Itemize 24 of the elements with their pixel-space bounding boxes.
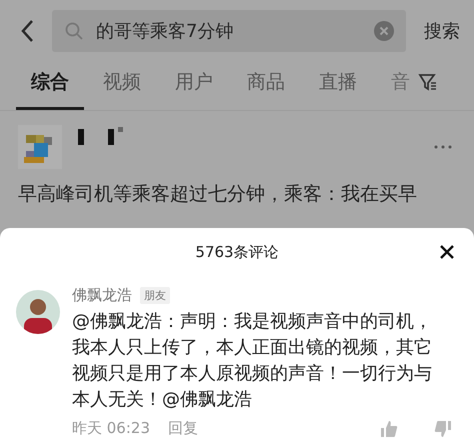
tab[interactable]: 商品 bbox=[232, 54, 300, 110]
commenter-name[interactable]: 佛飘龙浩 bbox=[72, 286, 132, 305]
search-field[interactable]: 的哥等乘客7分钟 bbox=[52, 10, 406, 52]
more-icon[interactable] bbox=[434, 145, 452, 149]
avatar[interactable] bbox=[16, 290, 60, 334]
back-icon[interactable] bbox=[20, 19, 34, 43]
post-text: 早高峰司机等乘客超过七分钟，乘客：我在买早 bbox=[18, 182, 418, 207]
search-query: 的哥等乘客7分钟 bbox=[96, 20, 234, 43]
thumbs-down-icon[interactable] bbox=[434, 420, 452, 438]
filter-icon[interactable] bbox=[418, 72, 438, 92]
tab[interactable]: 直播 bbox=[304, 54, 372, 110]
comment-count: 5763条评论 bbox=[195, 242, 279, 262]
tab[interactable]: 用户 bbox=[160, 54, 228, 110]
tab[interactable]: 音 bbox=[376, 54, 414, 110]
search-button[interactable]: 搜索 bbox=[424, 19, 460, 43]
reply-button[interactable]: 回复 bbox=[168, 419, 198, 438]
friend-badge: 朋友 bbox=[140, 287, 170, 304]
comment-time: 昨天 06:23 bbox=[72, 419, 150, 438]
thumbs-up-icon[interactable] bbox=[380, 420, 398, 438]
comment-text: @佛飘龙浩：声明：我是视频声音中的司机，我本人只上传了，本人正面出镜的视频，其它视频只是用了本人原视频的声音！一切行为与本人无关！@佛飘龙浩 bbox=[72, 310, 433, 412]
search-icon bbox=[64, 21, 84, 41]
close-icon[interactable] bbox=[440, 245, 454, 259]
tab[interactable]: 综合 bbox=[16, 54, 84, 110]
tab[interactable]: 视频 bbox=[88, 54, 156, 110]
